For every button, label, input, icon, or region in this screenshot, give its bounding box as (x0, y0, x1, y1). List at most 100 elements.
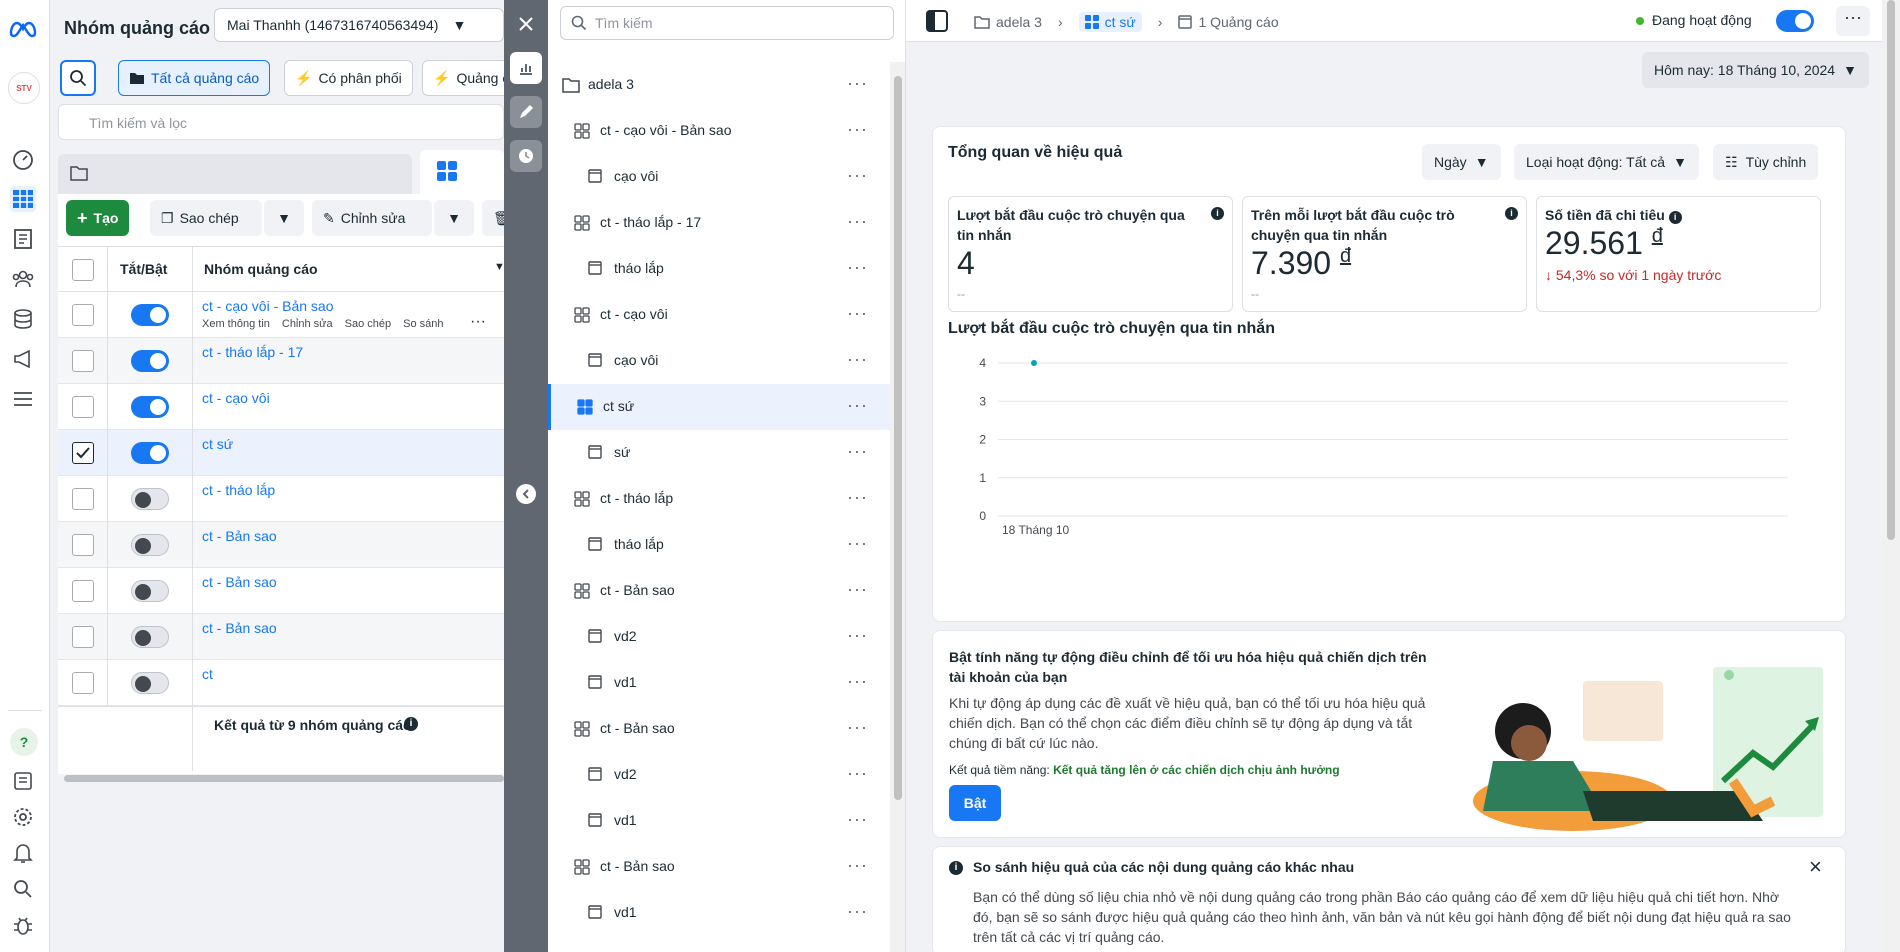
row-name[interactable]: ct - Bản sao (202, 528, 277, 544)
table-row[interactable]: ct - Bản sao (58, 522, 504, 568)
database-icon[interactable] (10, 306, 36, 332)
row-toggle[interactable] (131, 580, 169, 602)
more-options-icon[interactable]: ··· (847, 442, 868, 460)
tree-item[interactable]: cạo vôi ··· (548, 154, 890, 200)
more-options-icon[interactable]: ··· (847, 74, 868, 92)
tree-item[interactable]: cạo vôi ··· (548, 338, 890, 384)
row-toggle[interactable] (131, 304, 169, 326)
row-checkbox[interactable] (72, 304, 94, 326)
activity-dropdown[interactable]: Loại hoạt động: Tất cả ▼ (1514, 144, 1699, 180)
megaphone-icon[interactable] (10, 346, 36, 372)
close-icon[interactable] (510, 8, 542, 40)
adsets-tab[interactable] (420, 150, 504, 194)
info-icon[interactable]: i (1668, 211, 1682, 224)
collapsed-tab[interactable] (58, 154, 412, 194)
metric-card-conversations[interactable]: Lượt bắt đầu cuộc trò chuyện qua tin nhắ… (948, 196, 1233, 312)
table-row[interactable]: ct (58, 660, 504, 706)
tree-item[interactable]: ct - Bản sao ··· (548, 568, 890, 614)
row-checkbox[interactable] (72, 350, 94, 372)
tree-item[interactable]: ct - tháo lắp ··· (548, 476, 890, 522)
bar-chart-icon[interactable] (510, 52, 542, 84)
row-checkbox[interactable] (72, 580, 94, 602)
row-action-link[interactable]: Xem thông tin (202, 318, 270, 330)
row-checkbox[interactable] (72, 534, 94, 556)
more-options-icon[interactable]: ··· (847, 396, 868, 414)
row-name[interactable]: ct - Bản sao (202, 574, 277, 590)
settings-icon[interactable] (10, 804, 36, 830)
document-icon[interactable] (10, 226, 36, 252)
more-options-icon[interactable]: ··· (847, 580, 868, 598)
tree-item[interactable]: ct - Bản sao ··· (548, 706, 890, 752)
table-row[interactable]: ct - tháo lắp (58, 476, 504, 522)
tree-item[interactable]: ct - cạo vôi - Bản sao ··· (548, 108, 890, 154)
edit-button[interactable]: ✎ Chỉnh sửa (312, 200, 432, 236)
bug-icon[interactable] (10, 912, 36, 938)
status-toggle[interactable] (1776, 10, 1814, 32)
tree-item[interactable]: vd1 ··· (548, 798, 890, 844)
help-icon[interactable]: ? (10, 728, 38, 756)
row-checkbox[interactable] (72, 488, 94, 510)
date-picker[interactable]: Hôm nay: 18 Tháng 10, 2024 ▼ (1642, 52, 1869, 88)
filter-all-ads[interactable]: Tất cả quảng cáo (118, 60, 271, 96)
more-options-icon[interactable]: ··· (847, 488, 868, 506)
account-avatar[interactable]: STV (8, 72, 40, 104)
col-name-header[interactable]: Nhóm quảng cáo (204, 261, 318, 277)
tree-scroll-thumb[interactable] (894, 76, 902, 800)
tree-item[interactable]: vd1 ··· (548, 890, 890, 936)
row-checkbox[interactable] (72, 626, 94, 648)
row-action-link[interactable]: So sánh (403, 318, 443, 330)
tree-item[interactable]: ct - cạo vôi ··· (548, 292, 890, 338)
tree-item[interactable]: sứ ··· (548, 430, 890, 476)
table-icon[interactable] (10, 186, 36, 212)
meta-logo[interactable] (8, 16, 38, 42)
main-scrollbar[interactable] (1882, 0, 1900, 952)
info-icon[interactable]: i (404, 717, 418, 731)
more-options-icon[interactable]: ··· (847, 258, 868, 276)
edit-dropdown[interactable]: ▼ (434, 200, 474, 236)
more-options-icon[interactable]: ··· (847, 856, 868, 874)
row-name[interactable]: ct sứ (202, 436, 233, 452)
more-options-icon[interactable]: ··· (847, 902, 868, 920)
tree-item[interactable]: tháo lắp ··· (548, 246, 890, 292)
menu-icon[interactable] (10, 386, 36, 412)
more-options-icon[interactable]: ··· (847, 626, 868, 644)
more-options-icon[interactable]: ··· (847, 718, 868, 736)
row-toggle[interactable] (131, 534, 169, 556)
table-row[interactable]: ct - cạo vôi - Bản sao Xem thông tin Chỉnh… (58, 292, 504, 338)
more-options-icon[interactable]: ··· (847, 350, 868, 368)
search-toggle-button[interactable] (60, 60, 96, 96)
create-button[interactable]: + Tạo (66, 200, 130, 236)
row-toggle[interactable] (131, 350, 169, 372)
table-row[interactable]: ct - cạo vôi (58, 384, 504, 430)
row-action-link[interactable]: Chỉnh sửa (282, 318, 333, 330)
table-row[interactable]: ct - Bản sao (58, 568, 504, 614)
collapse-arrow-icon[interactable] (516, 484, 536, 504)
filter-ads[interactable]: ⚡ Quảng c (422, 60, 504, 96)
tree-item[interactable]: vd2 ··· (548, 614, 890, 660)
metric-card-cost-per-conversation[interactable]: Trên mỗi lượt bắt đầu cuộc trò chuyện qu… (1242, 196, 1527, 312)
more-options-button[interactable]: ··· (1836, 6, 1870, 36)
row-checkbox[interactable] (72, 672, 94, 694)
row-name[interactable]: ct - cạo vôi (202, 390, 270, 406)
close-icon[interactable]: × (1809, 856, 1822, 878)
row-checkbox[interactable] (72, 442, 94, 464)
people-icon[interactable] (10, 266, 36, 292)
period-dropdown[interactable]: Ngày ▼ (1422, 144, 1501, 180)
tree-item[interactable]: vd2 ··· (548, 752, 890, 798)
col-toggle-header[interactable]: Tắt/Bật (120, 261, 167, 277)
breadcrumb-adset[interactable]: ct sứ (1078, 12, 1142, 32)
delete-button[interactable]: 🗑 (482, 200, 504, 236)
row-name[interactable]: ct (202, 666, 213, 682)
info-icon[interactable]: i (1211, 207, 1224, 220)
table-row[interactable]: ct sứ (58, 430, 504, 476)
sidebar-toggle-icon[interactable] (926, 10, 948, 32)
copy-button[interactable]: ❐ Sao chép (150, 200, 262, 236)
row-name[interactable]: ct - Bản sao (202, 620, 277, 636)
filter-delivery[interactable]: ⚡ Có phân phối (284, 60, 413, 96)
row-toggle[interactable] (131, 626, 169, 648)
gauge-icon[interactable] (10, 146, 36, 172)
more-options-icon[interactable]: ··· (847, 212, 868, 230)
table-row[interactable]: ct - Bản sao (58, 614, 504, 660)
more-options-icon[interactable]: ··· (847, 120, 868, 138)
row-more-icon[interactable]: ··· (470, 314, 486, 330)
